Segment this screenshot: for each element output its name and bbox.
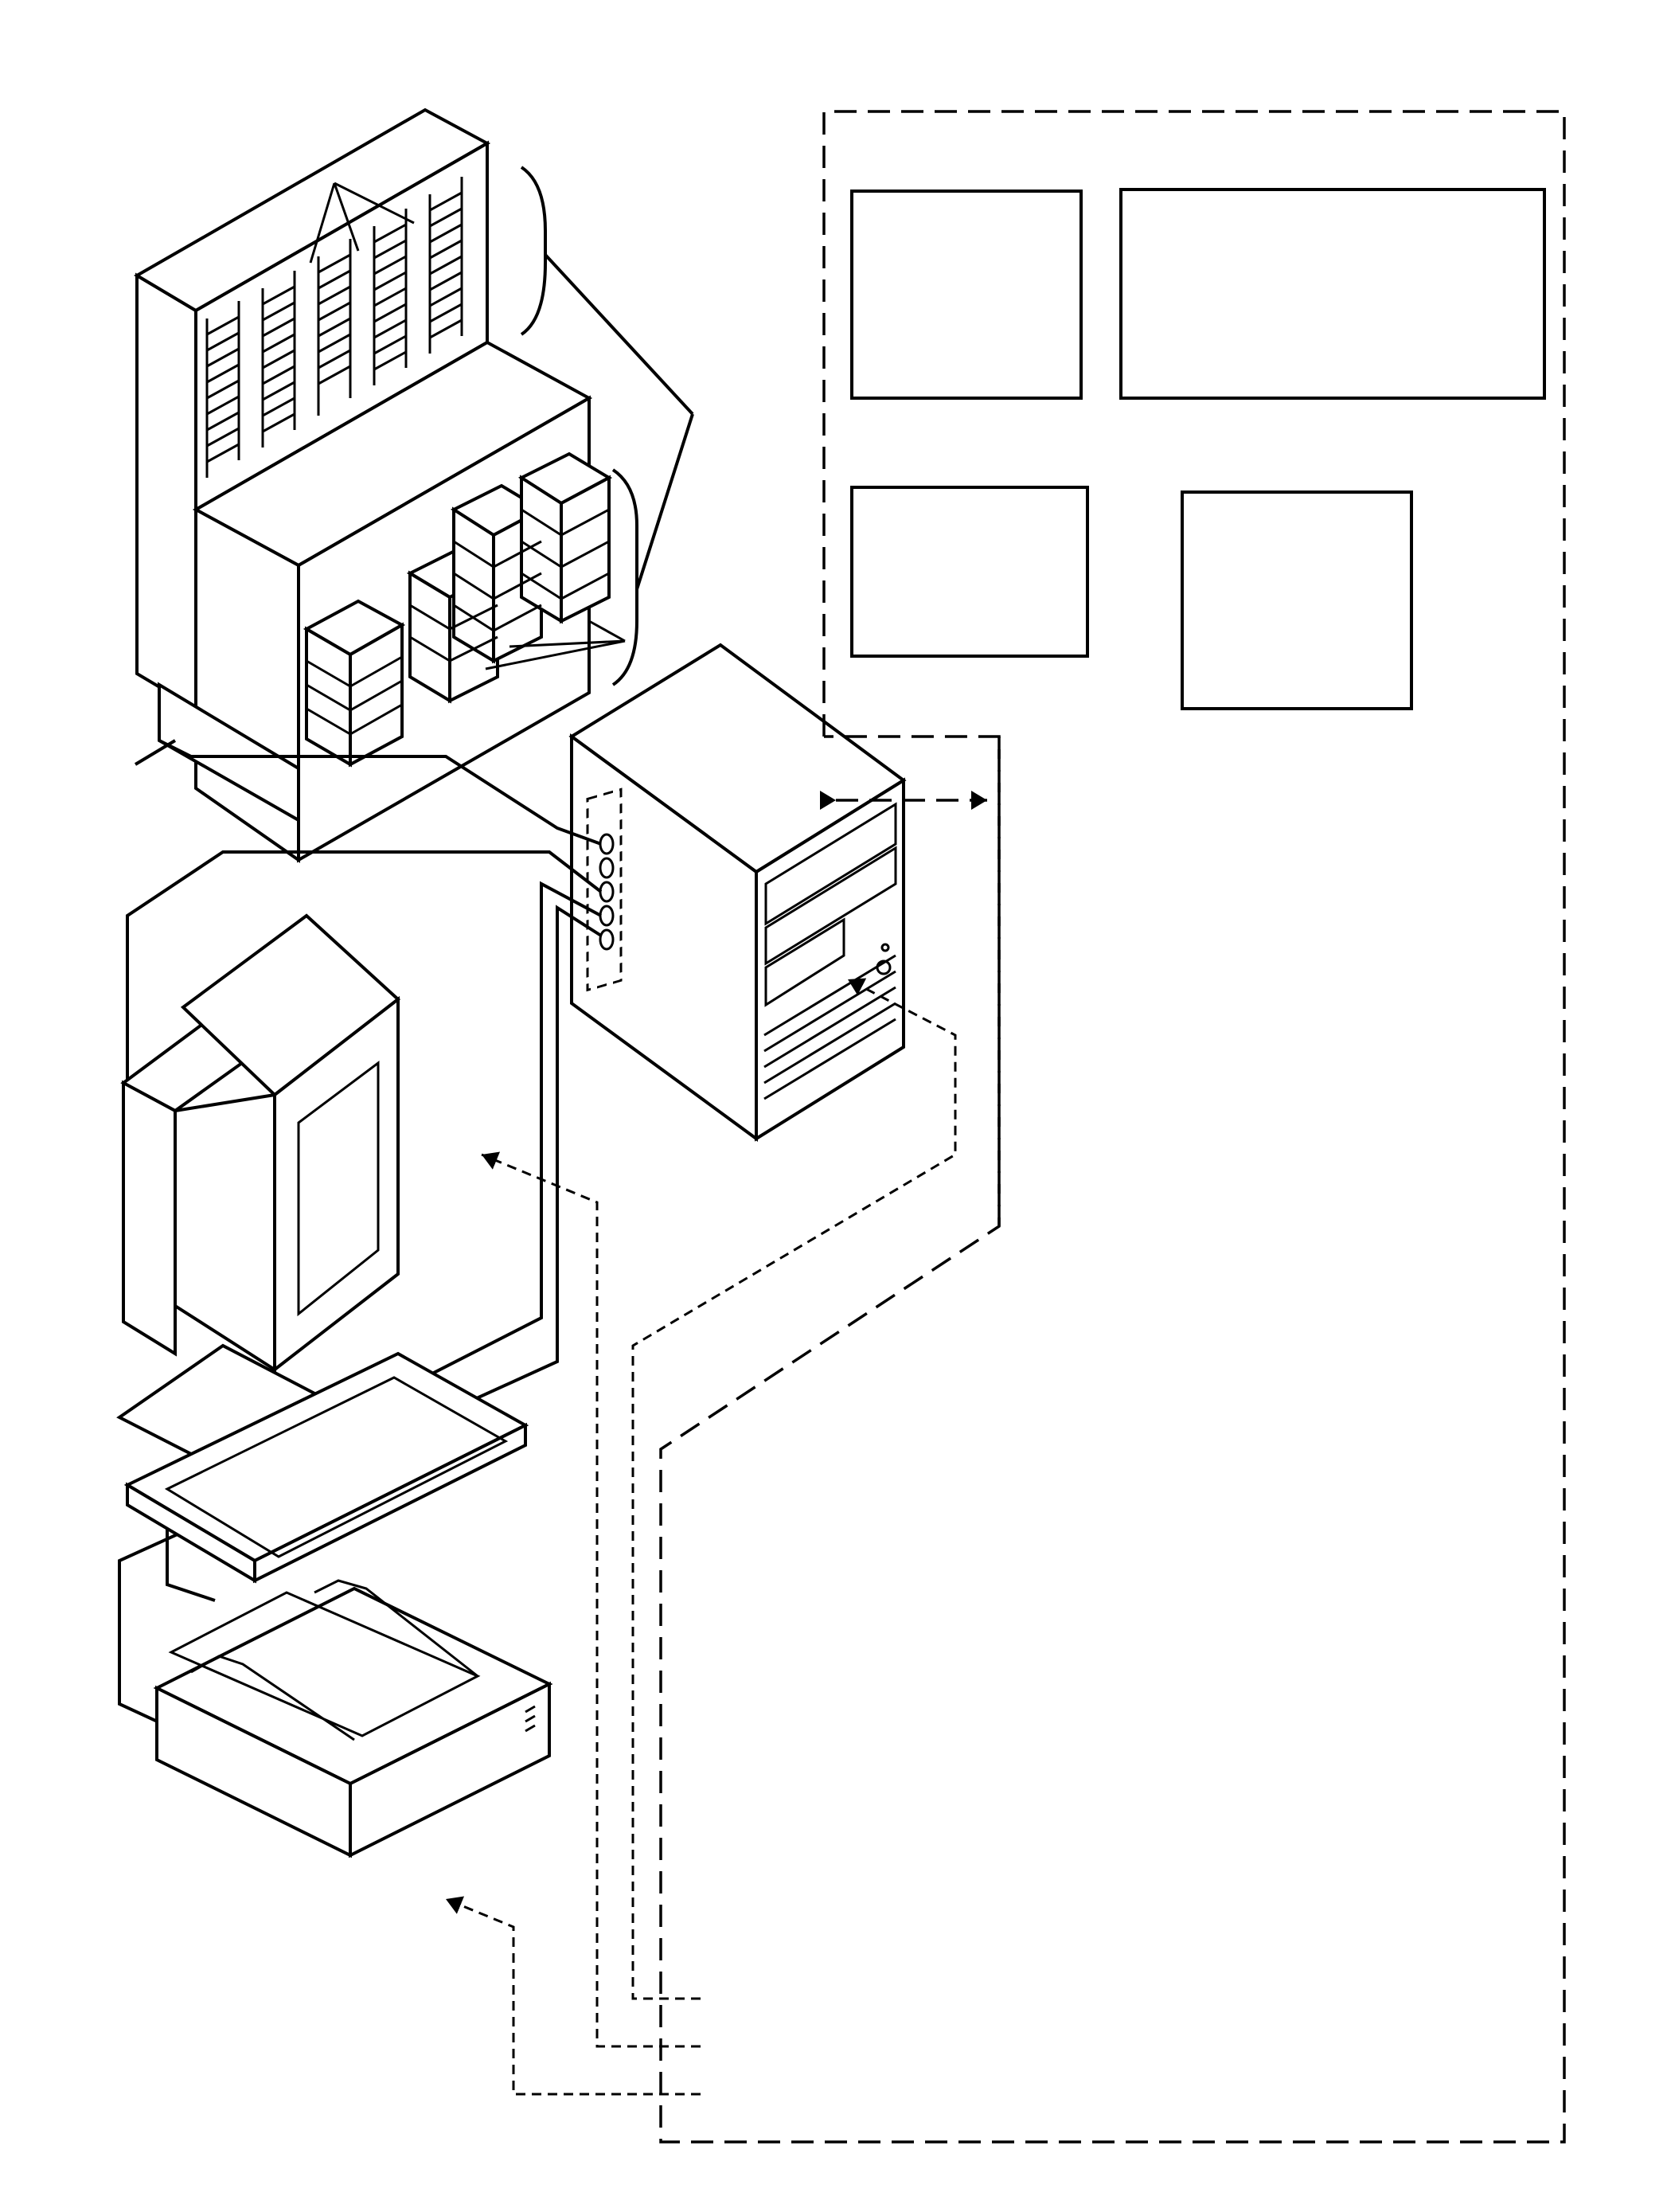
output-to-computer [631,978,957,2000]
computer-tower [568,643,907,1142]
block-class-selection-routine [850,486,1089,658]
printer [153,1579,553,1858]
region-122-upper [659,110,1566,2144]
block-instruction-set-max [1119,188,1546,400]
block-platform-class-weight-table [1181,490,1413,710]
output-to-monitor [481,1151,701,2048]
patent-figure [116,107,1566,2144]
block-master-class-weight-table [850,190,1083,400]
output-to-printer [445,1896,701,2096]
